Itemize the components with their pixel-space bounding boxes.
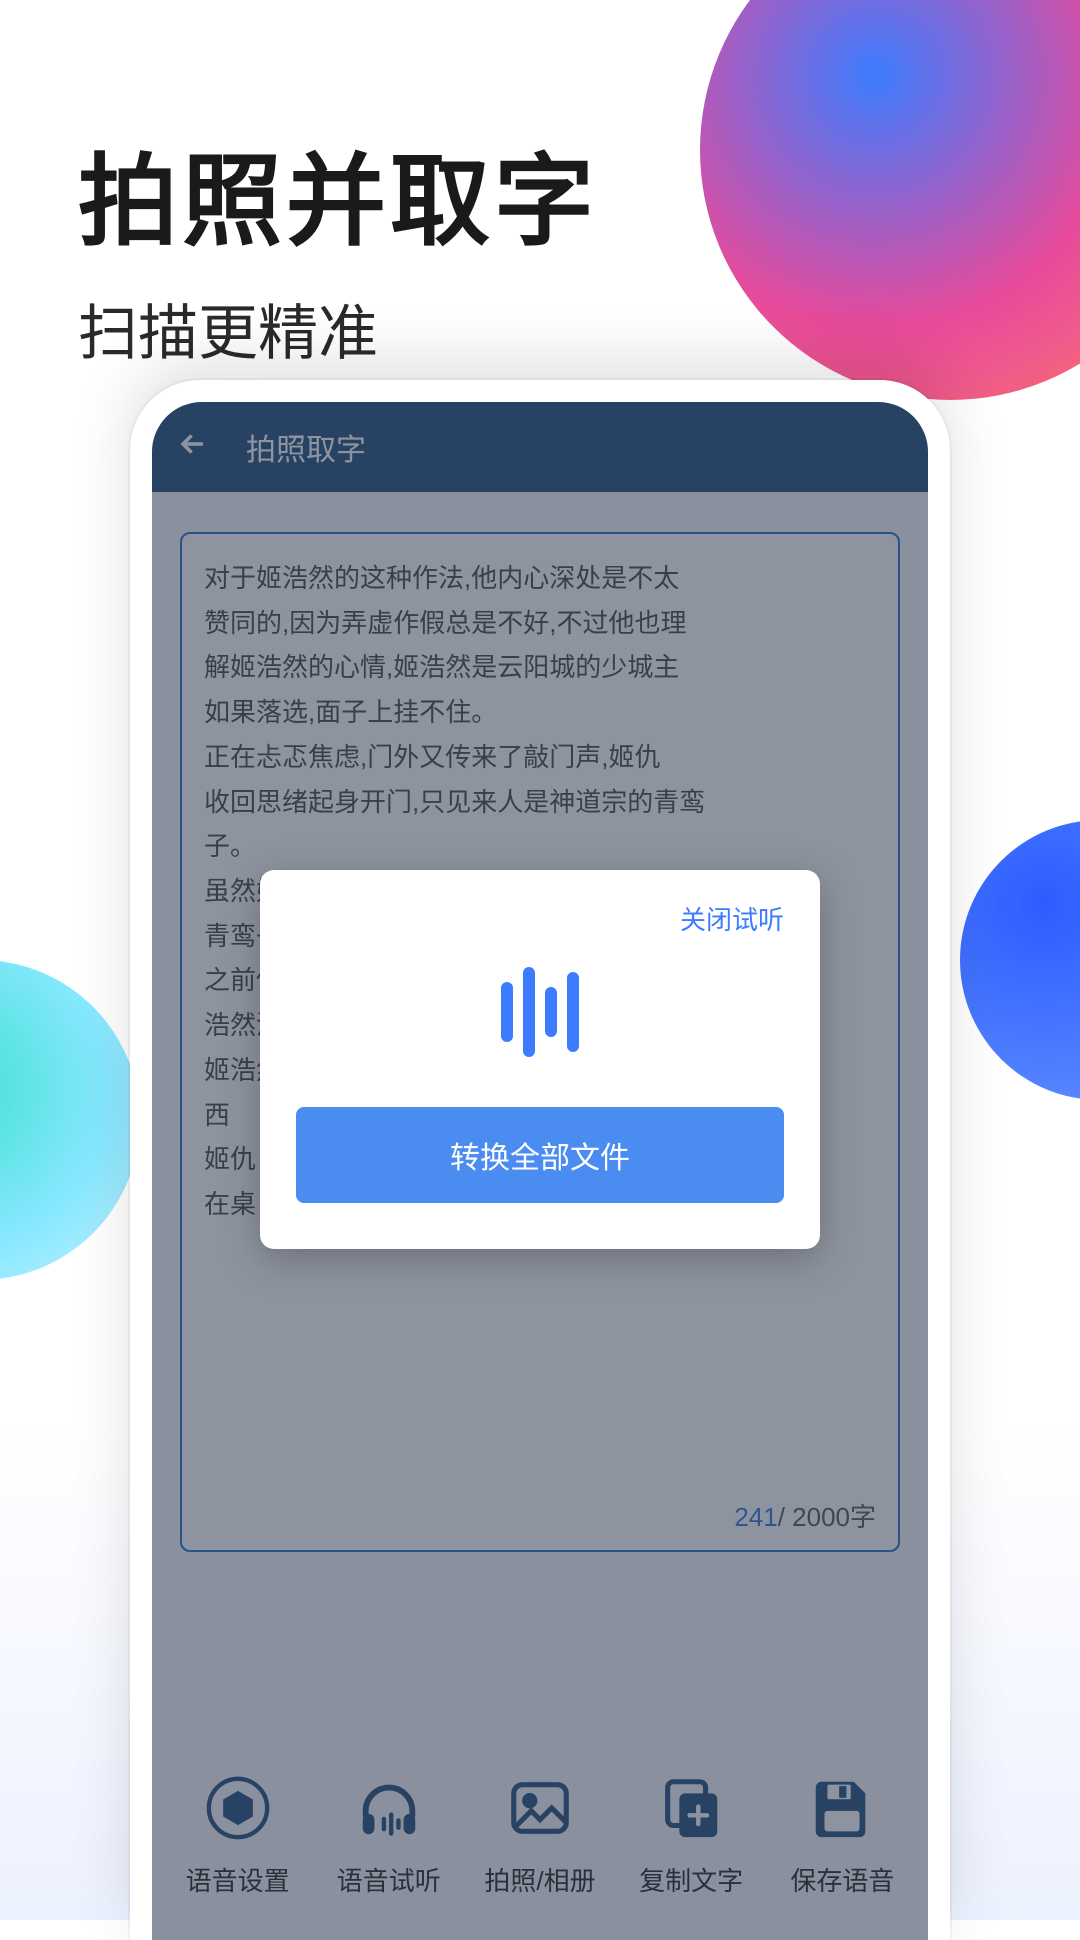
audio-wave-icon [296, 947, 784, 1077]
headphones-wave-icon [354, 1773, 424, 1843]
bottom-toolbar: 语音设置 语音试听 [152, 1740, 928, 1940]
tool-label: 拍照/相册 [484, 1861, 595, 1898]
tool-label: 语音设置 [186, 1861, 290, 1898]
decorative-circle-blue [960, 820, 1080, 1100]
back-arrow-icon[interactable] [176, 427, 210, 467]
hero-subtitle: 扫描更精准 [78, 285, 598, 372]
char-count-max: 2000字 [792, 1502, 876, 1532]
tool-camera-gallery[interactable]: 拍照/相册 [470, 1773, 610, 1898]
char-counter: 241/ 2000字 [734, 1497, 876, 1534]
char-count-sep: / [778, 1502, 792, 1532]
close-preview-link[interactable]: 关闭试听 [296, 900, 784, 937]
save-disk-icon [807, 1773, 877, 1843]
char-count-current: 241 [734, 1502, 777, 1532]
copy-plus-icon [656, 1773, 726, 1843]
preview-dialog: 关闭试听 转换全部文件 [260, 870, 820, 1249]
app-header-title: 拍照取字 [246, 425, 366, 469]
decorative-circle-teal [0, 960, 140, 1280]
image-icon [505, 1773, 575, 1843]
decorative-circle-pink [700, 0, 1080, 400]
tool-voice-settings[interactable]: 语音设置 [168, 1773, 308, 1898]
tool-label: 语音试听 [337, 1861, 441, 1898]
hero-title: 拍照并取字 [78, 120, 598, 265]
phone-mockup: 拍照取字 对于姬浩然的这种作法,他内心深处是不太 赞同的,因为弄虚作假总是不好,… [130, 380, 950, 1940]
gear-hex-icon [203, 1773, 273, 1843]
tool-voice-preview[interactable]: 语音试听 [319, 1773, 459, 1898]
tool-label: 保存语音 [790, 1861, 894, 1898]
tool-save-voice[interactable]: 保存语音 [772, 1773, 912, 1898]
hero-block: 拍照并取字 扫描更精准 [78, 120, 598, 372]
convert-all-button[interactable]: 转换全部文件 [296, 1107, 784, 1203]
app-header: 拍照取字 [152, 402, 928, 492]
tool-label: 复制文字 [639, 1861, 743, 1898]
tool-copy-text[interactable]: 复制文字 [621, 1773, 761, 1898]
phone-screen: 拍照取字 对于姬浩然的这种作法,他内心深处是不太 赞同的,因为弄虚作假总是不好,… [152, 402, 928, 1940]
